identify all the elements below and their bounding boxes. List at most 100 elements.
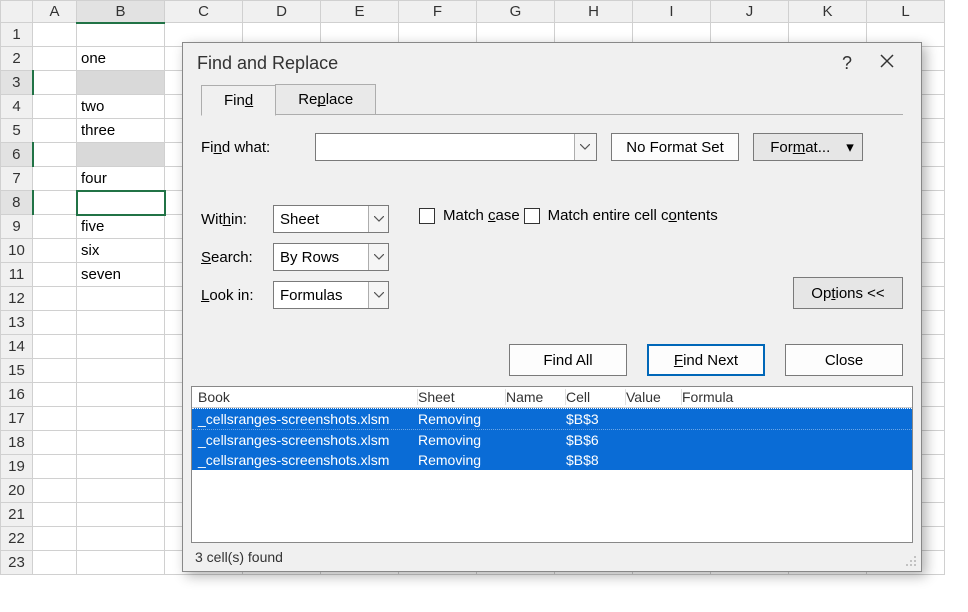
find-next-button[interactable]: Find Next	[647, 344, 765, 376]
cell-A2[interactable]	[33, 47, 77, 71]
cell-A17[interactable]	[33, 407, 77, 431]
col-header-A[interactable]: A	[33, 1, 77, 23]
cell-A12[interactable]	[33, 287, 77, 311]
close-icon[interactable]	[867, 53, 907, 74]
row-header-12[interactable]: 12	[1, 287, 33, 311]
cell-B11[interactable]: seven	[77, 263, 165, 287]
cell-A5[interactable]	[33, 119, 77, 143]
cell-B18[interactable]	[77, 431, 165, 455]
options-button[interactable]: Options <<	[793, 277, 903, 309]
cell-A8[interactable]	[33, 191, 77, 215]
find-what-field[interactable]	[316, 134, 574, 160]
results-col-formula[interactable]: Formula	[682, 389, 906, 405]
within-select[interactable]	[273, 205, 389, 233]
resize-grip-icon[interactable]	[905, 555, 917, 567]
col-header-B[interactable]: B	[77, 1, 165, 23]
cell-A7[interactable]	[33, 167, 77, 191]
results-row[interactable]: _cellsranges-screenshots.xlsmRemoving$B$…	[192, 450, 912, 470]
row-header-20[interactable]: 20	[1, 479, 33, 503]
row-header-14[interactable]: 14	[1, 335, 33, 359]
cell-A15[interactable]	[33, 359, 77, 383]
cell-B22[interactable]	[77, 527, 165, 551]
results-col-sheet[interactable]: Sheet	[418, 389, 506, 405]
select-all-corner[interactable]	[1, 1, 33, 23]
row-header-19[interactable]: 19	[1, 455, 33, 479]
cell-B9[interactable]: five	[77, 215, 165, 239]
no-format-button[interactable]: No Format Set	[611, 133, 739, 161]
results-col-book[interactable]: Book	[198, 389, 418, 405]
cell-B5[interactable]: three	[77, 119, 165, 143]
col-header-J[interactable]: J	[711, 1, 789, 23]
match-entire-checkbox[interactable]: Match entire cell contents	[524, 207, 718, 224]
cell-B8[interactable]	[77, 191, 165, 215]
tab-find[interactable]: Find	[201, 85, 276, 116]
row-header-17[interactable]: 17	[1, 407, 33, 431]
row-header-9[interactable]: 9	[1, 215, 33, 239]
row-header-18[interactable]: 18	[1, 431, 33, 455]
col-header-I[interactable]: I	[633, 1, 711, 23]
col-header-F[interactable]: F	[399, 1, 477, 23]
cell-A1[interactable]	[33, 23, 77, 47]
row-header-7[interactable]: 7	[1, 167, 33, 191]
row-header-4[interactable]: 4	[1, 95, 33, 119]
cell-A22[interactable]	[33, 527, 77, 551]
cell-B16[interactable]	[77, 383, 165, 407]
results-col-cell[interactable]: Cell	[566, 389, 626, 405]
cell-B4[interactable]: two	[77, 95, 165, 119]
cell-B1[interactable]	[77, 23, 165, 47]
cell-B23[interactable]	[77, 551, 165, 575]
row-header-2[interactable]: 2	[1, 47, 33, 71]
results-col-value[interactable]: Value	[626, 389, 682, 405]
cell-A19[interactable]	[33, 455, 77, 479]
row-header-15[interactable]: 15	[1, 359, 33, 383]
row-header-1[interactable]: 1	[1, 23, 33, 47]
tab-replace[interactable]: Replace	[275, 84, 376, 115]
row-header-16[interactable]: 16	[1, 383, 33, 407]
row-header-5[interactable]: 5	[1, 119, 33, 143]
search-select[interactable]	[273, 243, 389, 271]
cell-B2[interactable]: one	[77, 47, 165, 71]
chevron-down-icon[interactable]	[574, 134, 596, 160]
row-header-23[interactable]: 23	[1, 551, 33, 575]
cell-B14[interactable]	[77, 335, 165, 359]
row-header-8[interactable]: 8	[1, 191, 33, 215]
find-all-button[interactable]: Find All	[509, 344, 627, 376]
cell-B20[interactable]	[77, 479, 165, 503]
match-case-checkbox[interactable]: Match case	[419, 207, 520, 224]
chevron-down-icon[interactable]	[368, 206, 388, 232]
row-header-11[interactable]: 11	[1, 263, 33, 287]
col-header-K[interactable]: K	[789, 1, 867, 23]
results-row[interactable]: _cellsranges-screenshots.xlsmRemoving$B$…	[192, 408, 912, 430]
row-header-6[interactable]: 6	[1, 143, 33, 167]
cell-B15[interactable]	[77, 359, 165, 383]
help-button[interactable]: ?	[827, 53, 867, 74]
cell-B21[interactable]	[77, 503, 165, 527]
col-header-G[interactable]: G	[477, 1, 555, 23]
results-header[interactable]: Book Sheet Name Cell Value Formula	[192, 387, 912, 408]
chevron-down-icon[interactable]	[368, 282, 388, 308]
cell-B6[interactable]	[77, 143, 165, 167]
lookin-select[interactable]	[273, 281, 389, 309]
cell-B7[interactable]: four	[77, 167, 165, 191]
cell-B13[interactable]	[77, 311, 165, 335]
results-list[interactable]: Book Sheet Name Cell Value Formula _cell…	[191, 386, 913, 543]
cell-A20[interactable]	[33, 479, 77, 503]
col-header-L[interactable]: L	[867, 1, 945, 23]
results-col-name[interactable]: Name	[506, 389, 566, 405]
row-header-3[interactable]: 3	[1, 71, 33, 95]
cell-B12[interactable]	[77, 287, 165, 311]
cell-B10[interactable]: six	[77, 239, 165, 263]
row-header-21[interactable]: 21	[1, 503, 33, 527]
cell-A6[interactable]	[33, 143, 77, 167]
chevron-down-icon[interactable]	[368, 244, 388, 270]
cell-A14[interactable]	[33, 335, 77, 359]
col-header-C[interactable]: C	[165, 1, 243, 23]
cell-A10[interactable]	[33, 239, 77, 263]
cell-A9[interactable]	[33, 215, 77, 239]
col-header-H[interactable]: H	[555, 1, 633, 23]
cell-B19[interactable]	[77, 455, 165, 479]
cell-A3[interactable]	[33, 71, 77, 95]
find-what-input[interactable]	[315, 133, 597, 161]
cell-A18[interactable]	[33, 431, 77, 455]
results-row[interactable]: _cellsranges-screenshots.xlsmRemoving$B$…	[192, 430, 912, 450]
